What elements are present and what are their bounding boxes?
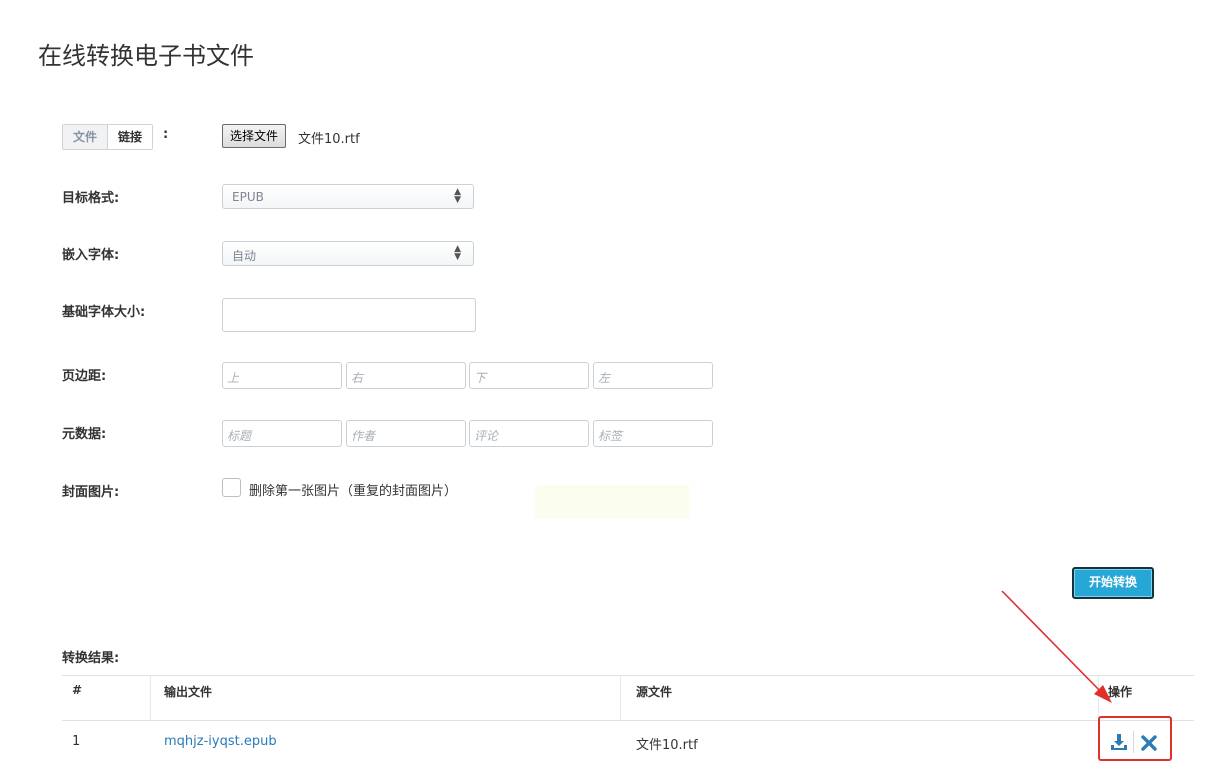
selected-file-name: 文件10.rtf	[298, 132, 360, 147]
faded-overlay	[535, 485, 690, 519]
annotation-highlight-box	[1098, 716, 1172, 761]
metadata-comment-placeholder: 评论	[474, 429, 499, 443]
source-file-name: 文件10.rtf	[636, 738, 698, 753]
column-divider	[620, 675, 621, 720]
col-header-index: #	[72, 683, 83, 697]
target-format-value: EPUB	[232, 190, 264, 204]
margin-top-input[interactable]: 上	[222, 362, 342, 389]
embed-font-value: 自动	[232, 249, 257, 263]
margin-right-input[interactable]: 右	[346, 362, 466, 389]
tab-file[interactable]: 文件	[63, 125, 109, 149]
source-colon: :	[163, 127, 169, 142]
metadata-tags-placeholder: 标签	[598, 429, 623, 443]
col-header-source: 源文件	[636, 685, 673, 699]
margin-bottom-input[interactable]: 下	[469, 362, 589, 389]
margin-bottom-placeholder: 下	[474, 371, 487, 385]
metadata-title-placeholder: 标题	[227, 429, 252, 443]
margin-top-placeholder: 上	[227, 371, 240, 385]
annotation-arrow	[1001, 590, 1112, 703]
tab-link[interactable]: 链接	[108, 125, 153, 149]
choose-file-button[interactable]: 选择文件	[222, 124, 287, 148]
margins-label: 页边距:	[62, 369, 107, 384]
base-font-size-label: 基础字体大小:	[62, 305, 146, 320]
target-format-select[interactable]: EPUB ▲ ▼	[222, 184, 474, 209]
source-mode-toggle: 文件 链接	[62, 124, 154, 150]
col-header-output: 输出文件	[164, 685, 213, 699]
remove-cover-label[interactable]: 删除第一张图片（重复的封面图片）	[249, 480, 457, 499]
margin-left-placeholder: 左	[598, 371, 611, 385]
row-index: 1	[72, 734, 81, 749]
margin-left-input[interactable]: 左	[593, 362, 713, 389]
target-format-label: 目标格式:	[62, 191, 120, 206]
output-file-link[interactable]: mqhjz-iyqst.epub	[164, 734, 277, 749]
metadata-comment-input[interactable]: 评论	[469, 420, 589, 447]
sort-arrows-icon: ▲ ▼	[454, 187, 461, 205]
metadata-author-placeholder: 作者	[351, 429, 376, 443]
metadata-tags-input[interactable]: 标签	[593, 420, 713, 447]
base-font-size-input[interactable]	[222, 298, 476, 332]
embed-font-select[interactable]: 自动 ▲ ▼	[222, 241, 474, 266]
results-header-border	[62, 720, 1194, 721]
embed-font-label: 嵌入字体:	[62, 248, 120, 263]
column-divider	[150, 675, 151, 720]
margin-right-placeholder: 右	[351, 371, 364, 385]
results-title: 转换结果:	[62, 651, 120, 666]
metadata-label: 元数据:	[62, 427, 107, 442]
cover-label: 封面图片:	[62, 485, 120, 500]
metadata-title-input[interactable]: 标题	[222, 420, 342, 447]
sort-arrows-icon: ▲ ▼	[454, 244, 461, 262]
page-title: 在线转换电子书文件	[38, 42, 254, 70]
remove-cover-checkbox[interactable]	[222, 478, 241, 497]
metadata-author-input[interactable]: 作者	[346, 420, 466, 447]
